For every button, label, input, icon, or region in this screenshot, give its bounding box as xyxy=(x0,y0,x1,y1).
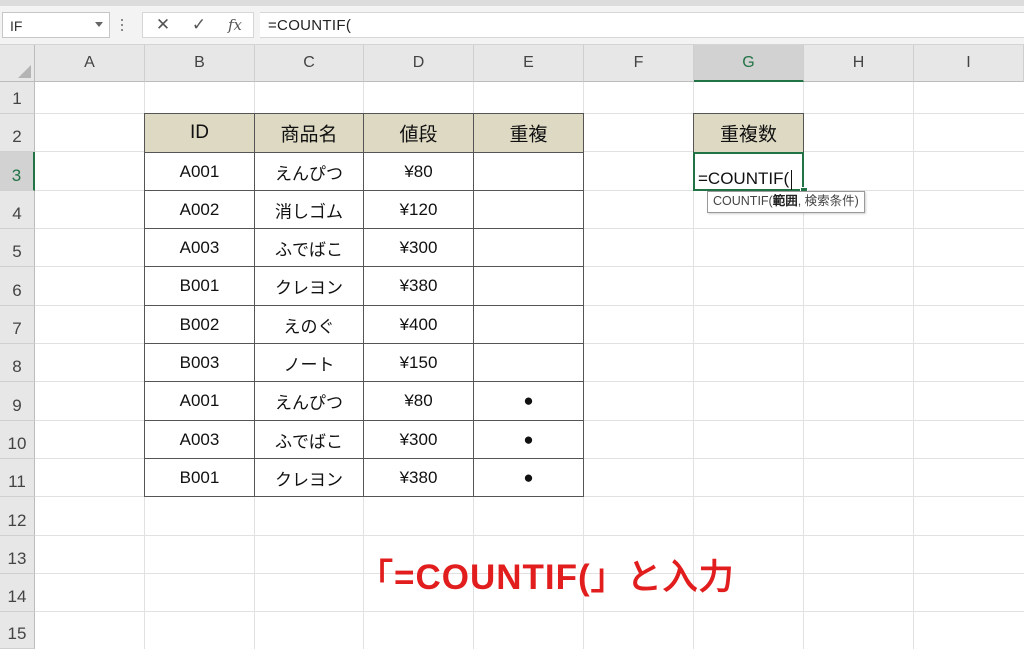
table-cell[interactable]: クレヨン xyxy=(254,458,364,497)
row-header-12[interactable]: 12 xyxy=(0,497,35,536)
enter-icon[interactable]: ✓ xyxy=(181,13,217,37)
table-cell[interactable]: A003 xyxy=(144,420,255,459)
column-header-b[interactable]: B xyxy=(145,45,255,82)
row-header-9[interactable]: 9 xyxy=(0,382,35,421)
table-cell[interactable]: えのぐ xyxy=(254,305,364,344)
gridline xyxy=(35,611,1024,612)
column-header-a[interactable]: A xyxy=(35,45,145,82)
table-cell[interactable]: ¥300 xyxy=(363,228,474,267)
row-header-2[interactable]: 2 xyxy=(0,114,35,152)
table-cell[interactable]: ¥80 xyxy=(363,152,474,191)
table-cell[interactable]: ¥380 xyxy=(363,458,474,497)
table-cell[interactable]: ● xyxy=(473,381,584,421)
row-header-15[interactable]: 15 xyxy=(0,612,35,649)
table-cell[interactable]: 消しゴム xyxy=(254,190,364,229)
table-cell[interactable]: ● xyxy=(473,420,584,459)
column-header-f[interactable]: F xyxy=(584,45,694,82)
name-box[interactable]: IF xyxy=(2,12,110,38)
table-cell[interactable] xyxy=(473,152,584,191)
row-header-7[interactable]: 7 xyxy=(0,306,35,344)
table-cell[interactable]: ¥380 xyxy=(363,266,474,306)
formula-buttons: ✕ ✓ fx xyxy=(142,12,254,38)
tooltip-func-name[interactable]: COUNTIF( xyxy=(713,194,773,208)
column-header-d[interactable]: D xyxy=(364,45,474,82)
tooltip-arg-range[interactable]: 範囲 xyxy=(773,194,798,208)
column-header-i[interactable]: I xyxy=(914,45,1024,82)
table-cell[interactable]: B002 xyxy=(144,305,255,344)
function-tooltip: COUNTIF(範囲, 検索条件) xyxy=(707,191,865,213)
gridline xyxy=(913,82,914,649)
cell-edit-text: =COUNTIF( xyxy=(698,169,793,190)
instruction-annotation: 「=COUNTIF(」と入力 xyxy=(358,558,735,597)
row-header-8[interactable]: 8 xyxy=(0,344,35,382)
more-options-icon[interactable] xyxy=(119,16,125,34)
table-cell[interactable]: ¥150 xyxy=(363,343,474,382)
row-header-6[interactable]: 6 xyxy=(0,267,35,306)
table-cell[interactable]: A001 xyxy=(144,381,255,421)
select-all-corner[interactable] xyxy=(0,45,35,82)
table-cell[interactable]: A001 xyxy=(144,152,255,191)
header-cell-price[interactable]: 値段 xyxy=(363,113,474,153)
formula-text: =COUNTIF( xyxy=(268,17,352,34)
row-header-11[interactable]: 11 xyxy=(0,459,35,497)
row-header-13[interactable]: 13 xyxy=(0,536,35,574)
name-box-value: IF xyxy=(10,18,23,34)
insert-function-icon[interactable]: fx xyxy=(217,13,253,37)
formula-bar: IF ✕ ✓ fx =COUNTIF( xyxy=(0,6,1024,45)
table-cell[interactable] xyxy=(473,305,584,344)
row-header-14[interactable]: 14 xyxy=(0,574,35,612)
gridline xyxy=(35,535,1024,536)
table-cell[interactable]: ¥120 xyxy=(363,190,474,229)
table-cell[interactable] xyxy=(473,343,584,382)
active-cell-g3[interactable]: =COUNTIF( xyxy=(693,152,804,191)
header-cell-id[interactable]: ID xyxy=(144,113,255,153)
text-cursor xyxy=(791,169,793,190)
table-cell[interactable]: ¥400 xyxy=(363,305,474,344)
table-cell[interactable]: ¥80 xyxy=(363,381,474,421)
column-header-c[interactable]: C xyxy=(255,45,364,82)
chevron-down-icon[interactable] xyxy=(95,22,103,27)
header-cell-duplicate-count[interactable]: 重複数 xyxy=(693,113,804,153)
table-cell[interactable]: ふでばこ xyxy=(254,420,364,459)
table-cell[interactable] xyxy=(473,266,584,306)
column-header-h[interactable]: H xyxy=(804,45,914,82)
formula-input[interactable]: =COUNTIF( xyxy=(260,12,1024,38)
header-cell-product-name[interactable]: 商品名 xyxy=(254,113,364,153)
row-header-10[interactable]: 10 xyxy=(0,421,35,459)
table-cell[interactable]: B003 xyxy=(144,343,255,382)
table-cell[interactable]: えんぴつ xyxy=(254,381,364,421)
column-header-g[interactable]: G xyxy=(694,45,804,82)
table-cell[interactable]: B001 xyxy=(144,266,255,306)
row-header-3[interactable]: 3 xyxy=(0,152,35,191)
column-header-e[interactable]: E xyxy=(474,45,584,82)
table-cell[interactable]: ● xyxy=(473,458,584,497)
table-cell[interactable]: A003 xyxy=(144,228,255,267)
table-cell[interactable]: ¥300 xyxy=(363,420,474,459)
table-cell[interactable]: えんぴつ xyxy=(254,152,364,191)
table-cell[interactable] xyxy=(473,190,584,229)
table-cell[interactable]: B001 xyxy=(144,458,255,497)
row-header-1[interactable]: 1 xyxy=(0,82,35,114)
table-cell[interactable] xyxy=(473,228,584,267)
header-cell-duplicate[interactable]: 重複 xyxy=(473,113,584,153)
cancel-icon[interactable]: ✕ xyxy=(145,13,181,37)
row-header-4[interactable]: 4 xyxy=(0,191,35,229)
tooltip-arg-criteria[interactable]: , 検索条件) xyxy=(798,194,859,208)
table-cell[interactable]: ふでばこ xyxy=(254,228,364,267)
row-header-5[interactable]: 5 xyxy=(0,229,35,267)
table-cell[interactable]: クレヨン xyxy=(254,266,364,306)
table-cell[interactable]: A002 xyxy=(144,190,255,229)
table-cell[interactable]: ノート xyxy=(254,343,364,382)
